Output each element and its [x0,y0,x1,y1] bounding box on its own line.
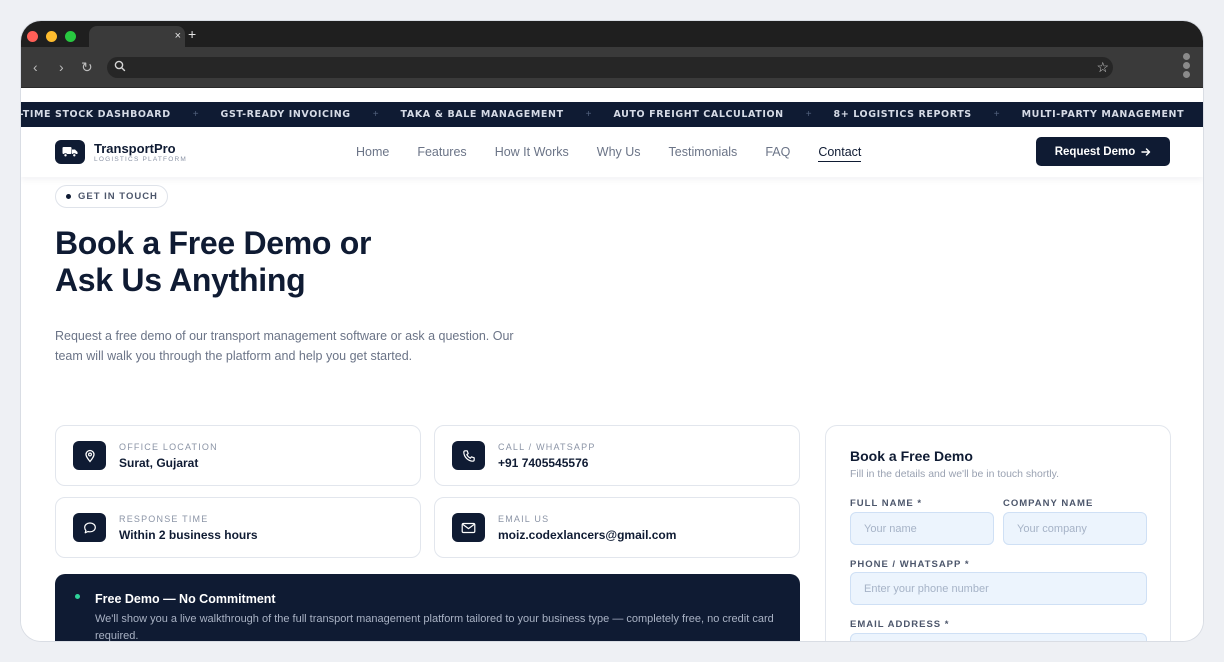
free-demo-title: Free Demo — No Commitment [95,592,276,606]
email-us-value[interactable]: moiz.codexlancers@gmail.com [498,528,676,542]
ticker-item: GST-READY INVOICING [220,109,351,120]
ticker-separator-icon: + [805,109,812,120]
maximize-window-button[interactable] [65,31,76,42]
page-title: Book a Free Demo or Ask Us Anything [55,225,535,299]
hero-description: Request a free demo of our transport man… [55,329,514,363]
feature-ticker: AL-TIME STOCK DASHBOARD + GST-READY INVOIC… [21,102,1203,127]
browser-tab-bar: × + [21,21,1203,47]
ticker-separator-icon: + [993,109,1000,120]
page-title-line-2: Ask Us Anything [55,262,306,298]
page-title-line-1: Book a Free Demo or [55,225,372,261]
request-demo-label: Request Demo [1054,145,1136,158]
ticker-separator-icon: + [192,109,199,120]
ticker-item: AL-TIME STOCK DASHBOARD [21,109,171,120]
status-dot-icon [75,594,80,599]
arrow-right-icon [1141,147,1151,156]
chat-bubble-icon [73,513,106,542]
forward-arrow-icon[interactable]: › [59,59,64,75]
nav-link-home[interactable]: Home [356,145,389,162]
back-arrow-icon[interactable]: ‹ [33,59,38,75]
ticker-item: MULTI-PARTY MANAGEMENT [1021,109,1185,120]
truck-logo-icon[interactable] [55,140,85,164]
free-demo-banner: Free Demo — No Commitment We'll show you… [55,574,800,641]
nav-link-features[interactable]: Features [417,145,466,162]
location-pin-icon [73,441,106,470]
ticker-item: TAKA & BALE MANAGEMENT [400,109,564,120]
call-whatsapp-card[interactable]: CALL / WHATSAPP +91 7405545576 [434,425,800,486]
address-bar[interactable]: ☆ [107,57,1113,78]
ticker-separator-icon: + [585,109,592,120]
phone-icon [452,441,485,470]
browser-menu-icon[interactable] [1183,53,1191,80]
free-demo-text: We'll show you a live walkthrough of the… [95,613,774,641]
browser-window: × + ‹ › ↻ ☆ AL-TIME STOCK DASHBOARD + GST-… [21,21,1203,641]
full-name-input[interactable] [850,512,994,545]
form-subtitle: Fill in the details and we'll be in touc… [850,468,1060,480]
brand-name[interactable]: TransportPro [94,141,176,156]
close-window-button[interactable] [27,31,38,42]
main-nav: Home Features How It Works Why Us Testim… [356,145,889,162]
reload-icon[interactable]: ↻ [81,59,93,75]
call-whatsapp-label: CALL / WHATSAPP [498,442,596,452]
page-viewport: AL-TIME STOCK DASHBOARD + GST-READY INVOIC… [21,88,1203,641]
new-tab-button[interactable]: + [188,27,196,41]
browser-tab[interactable]: × [89,26,185,47]
search-icon [114,60,126,72]
tab-close-icon[interactable]: × [175,29,181,43]
call-whatsapp-value[interactable]: +91 7405545576 [498,456,588,470]
response-time-card: RESPONSE TIME Within 2 business hours [55,497,421,558]
company-name-label: COMPANY NAME [1003,498,1094,509]
bookmark-star-icon[interactable]: ☆ [1096,58,1109,76]
badge-dot-icon [66,194,71,199]
company-name-input[interactable] [1003,512,1147,545]
email-us-card[interactable]: EMAIL US moiz.codexlancers@gmail.com [434,497,800,558]
nav-link-testimonials[interactable]: Testimonials [669,145,738,162]
nav-link-faq[interactable]: FAQ [765,145,790,162]
office-location-card: OFFICE LOCATION Surat, Gujarat [55,425,421,486]
office-location-value: Surat, Gujarat [119,456,199,470]
nav-link-why-us[interactable]: Why Us [597,145,641,162]
nav-link-contact[interactable]: Contact [818,145,862,162]
ticker-track: AL-TIME STOCK DASHBOARD + GST-READY INVOIC… [21,102,1184,127]
response-time-label: RESPONSE TIME [119,514,209,524]
brand-tagline: LOGISTICS PLATFORM [94,156,187,163]
full-name-label: FULL NAME * [850,498,923,509]
minimize-window-button[interactable] [46,31,57,42]
request-demo-button[interactable]: Request Demo [1036,137,1170,166]
response-time-value: Within 2 business hours [119,528,258,542]
phone-input[interactable] [850,572,1147,605]
email-us-label: EMAIL US [498,514,550,524]
email-input[interactable] [850,633,1147,641]
phone-whatsapp-label: PHONE / WHATSAPP * [850,559,970,570]
mail-icon [452,513,485,542]
get-in-touch-badge: GET IN TOUCH [55,185,168,208]
office-location-label: OFFICE LOCATION [119,442,218,452]
nav-link-how-it-works[interactable]: How It Works [495,145,569,162]
site-navbar: TransportPro LOGISTICS PLATFORM Home Fea… [21,127,1203,177]
ticker-separator-icon: + [372,109,379,120]
form-title: Book a Free Demo [850,448,973,464]
browser-toolbar: ‹ › ↻ ☆ [21,47,1203,88]
book-demo-form: Book a Free Demo Fill in the details and… [825,425,1171,641]
badge-label: GET IN TOUCH [78,191,158,202]
email-address-label: EMAIL ADDRESS * [850,619,950,630]
ticker-item: 8+ LOGISTICS REPORTS [833,109,972,120]
ticker-item: AUTO FREIGHT CALCULATION [613,109,784,120]
